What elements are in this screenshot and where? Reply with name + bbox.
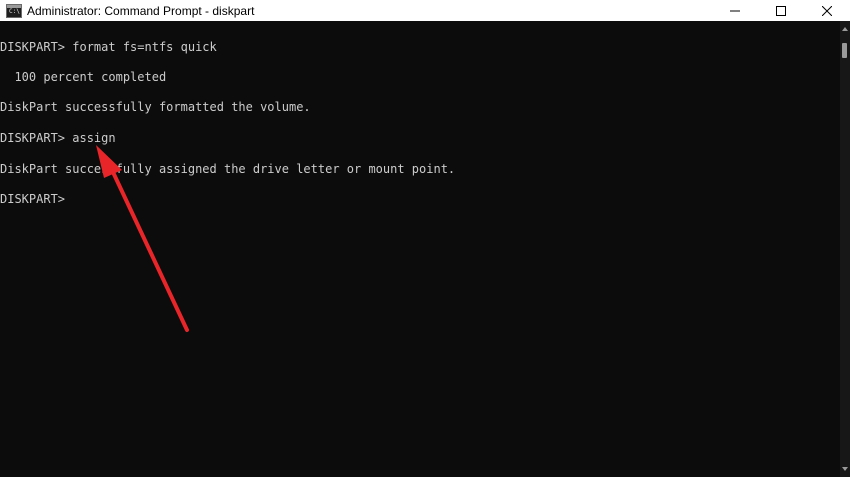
console-line-prompt: DISKPART> xyxy=(0,192,66,206)
command-prompt-icon: C:\ xyxy=(6,3,22,18)
scroll-down-icon[interactable] xyxy=(842,467,848,471)
vertical-scrollbar[interactable] xyxy=(840,21,850,477)
console-line-assign-command: DISKPART> assign xyxy=(0,131,116,145)
scroll-thumb[interactable] xyxy=(842,43,847,58)
close-icon xyxy=(822,5,832,16)
window-controls xyxy=(712,0,850,21)
window-title: Administrator: Command Prompt - diskpart xyxy=(27,3,255,18)
close-button[interactable] xyxy=(804,0,850,21)
console-line-format-result: DiskPart successfully formatted the volu… xyxy=(0,100,311,114)
console-line-assign-result: DiskPart successfully assigned the drive… xyxy=(0,162,456,176)
maximize-button[interactable] xyxy=(758,0,804,21)
maximize-icon xyxy=(776,5,786,16)
minimize-icon xyxy=(730,10,740,11)
title-bar[interactable]: C:\ Administrator: Command Prompt - disk… xyxy=(0,0,850,21)
console-line-progress: 100 percent completed xyxy=(0,70,167,84)
scroll-up-icon[interactable] xyxy=(842,27,848,31)
command-prompt-window: C:\ Administrator: Command Prompt - disk… xyxy=(0,0,850,477)
minimize-button[interactable] xyxy=(712,0,758,21)
console-output[interactable]: DISKPART> format fs=ntfs quick 100 perce… xyxy=(0,21,840,477)
console-line-format-command: DISKPART> format fs=ntfs quick xyxy=(0,40,217,54)
